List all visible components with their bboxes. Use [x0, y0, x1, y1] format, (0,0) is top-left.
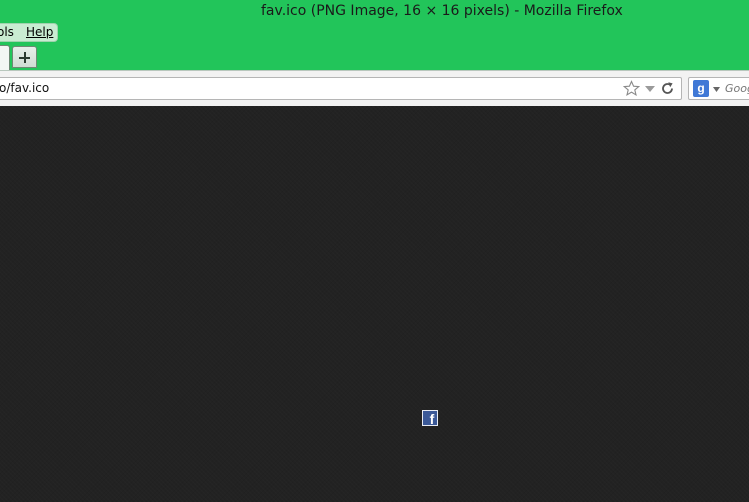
star-icon[interactable]: [623, 80, 640, 97]
reload-icon[interactable]: [660, 81, 675, 96]
favicon-letter: f: [429, 411, 435, 426]
title-bar[interactable]: fav.ico (PNG Image, 16 × 16 pixels) - Mo…: [0, 0, 749, 24]
navigation-toolbar: o/fav.ico g Goog: [0, 70, 749, 106]
content-area: f: [0, 106, 749, 502]
facebook-icon: f: [422, 410, 438, 426]
engine-letter: g: [697, 81, 705, 95]
search-input[interactable]: Goog: [725, 82, 749, 95]
dropmarker-icon[interactable]: [645, 86, 655, 92]
window-title: fav.ico (PNG Image, 16 × 16 pixels) - Mo…: [261, 3, 623, 19]
google-icon[interactable]: g: [693, 80, 709, 97]
url-text[interactable]: o/fav.ico: [0, 81, 49, 95]
tab-strip: [0, 45, 749, 70]
menu-help[interactable]: Help: [26, 25, 53, 39]
new-tab-button[interactable]: [12, 46, 37, 68]
menu-tools[interactable]: ols: [0, 25, 14, 39]
chevron-down-icon[interactable]: [713, 87, 720, 92]
browser-window: fav.ico (PNG Image, 16 × 16 pixels) - Mo…: [0, 0, 749, 502]
url-bar[interactable]: o/fav.ico: [0, 77, 682, 100]
active-tab[interactable]: [0, 45, 10, 70]
menu-bar: ols Help: [0, 23, 58, 42]
search-bar[interactable]: g Goog: [688, 77, 749, 100]
